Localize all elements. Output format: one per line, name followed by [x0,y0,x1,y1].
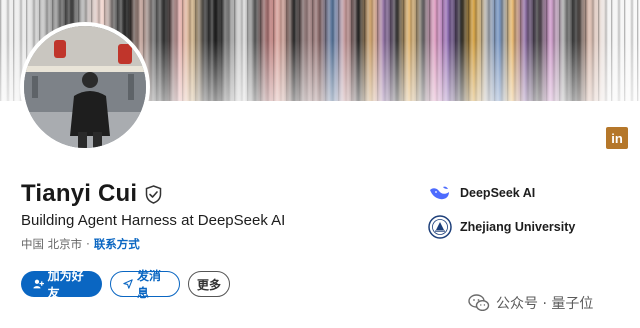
org-deepseek-name: DeepSeek AI [460,186,536,200]
watermark-text: 公众号 · 量子位 [496,296,594,312]
contact-info-link[interactable]: 联系方式 [94,236,140,252]
org-zhejiang-university[interactable]: Zhejiang University [428,215,575,239]
linkedin-icon[interactable]: in [606,127,628,149]
profile-name: Tianyi Cui [21,180,138,207]
avatar-photo [24,26,146,148]
wechat-icon [468,294,490,312]
connect-button-label: 加为好友 [47,269,84,300]
zju-seal-icon [428,215,452,239]
profile-headline: Building Agent Harness at DeepSeek AI [21,212,286,229]
more-button[interactable]: 更多 [188,271,230,297]
message-button[interactable]: 发消息 [110,269,180,300]
linkedin-label: in [611,130,623,146]
location-separator: · [86,237,90,251]
more-button-label: 更多 [196,277,221,292]
deepseek-whale-icon [430,186,449,200]
org-zju-name: Zhejiang University [460,220,576,234]
wechat-watermark: 公众号 · 量子位 [468,293,593,313]
connect-button[interactable]: 加为好友 [21,269,102,300]
org-deepseek[interactable]: DeepSeek AI [428,181,535,205]
profile-avatar[interactable] [20,22,150,152]
profile-location: 中国 北京市 [21,237,83,251]
location-row: 中国 北京市 · 联系方式 [21,236,140,252]
message-button-label: 发消息 [137,269,162,300]
add-person-icon [33,279,44,289]
verified-shield-icon[interactable] [145,184,162,204]
profile-actions: 加为好友 发消息 更多 [21,269,230,300]
send-icon [123,279,133,289]
name-row: Tianyi Cui [21,180,162,208]
